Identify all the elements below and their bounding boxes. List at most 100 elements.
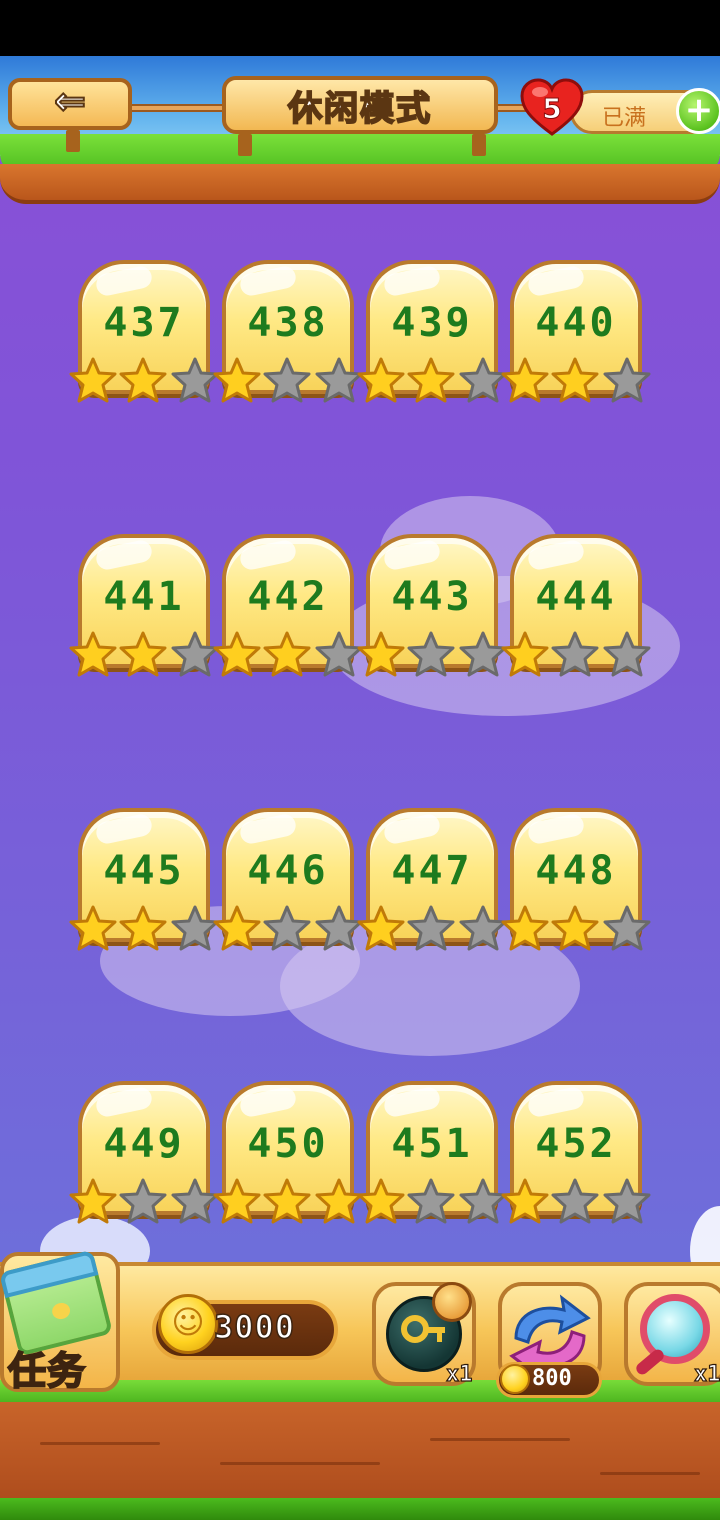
level-tile[interactable]: 442 xyxy=(213,534,363,684)
star-filled-icon xyxy=(69,905,117,951)
add-lives-button[interactable]: + xyxy=(676,88,720,134)
level-tile[interactable]: 439 xyxy=(357,260,507,410)
game-screen: ⇐ 休闲模式 已满 5 + 437 438 439 440 441 442 443 444 44… xyxy=(0,56,720,1520)
star-filled-icon xyxy=(213,631,261,677)
sign-post xyxy=(66,130,80,152)
level-number: 437 xyxy=(103,300,185,346)
swap-price: 800 xyxy=(532,1366,572,1391)
star-empty-icon xyxy=(263,905,311,951)
bottom-grass-front xyxy=(0,1498,720,1520)
dirt-texture xyxy=(600,1472,700,1475)
star-filled-icon xyxy=(357,357,405,403)
level-number: 446 xyxy=(247,848,329,894)
level-stars xyxy=(66,1177,224,1231)
level-stars xyxy=(66,356,224,410)
star-filled-icon xyxy=(357,631,405,677)
level-stars xyxy=(498,1177,656,1231)
price-coin-icon xyxy=(500,1364,530,1394)
plus-icon: + xyxy=(684,89,714,130)
level-number: 452 xyxy=(535,1121,617,1167)
level-stars xyxy=(210,356,368,410)
level-number: 441 xyxy=(103,574,185,620)
level-tile[interactable]: 437 xyxy=(69,260,219,410)
star-empty-icon xyxy=(603,905,651,951)
level-number: 448 xyxy=(535,848,617,894)
star-filled-icon xyxy=(119,357,167,403)
level-tile[interactable]: 441 xyxy=(69,534,219,684)
key-bomb-count: x1 xyxy=(445,1361,473,1387)
star-filled-icon xyxy=(501,357,549,403)
star-empty-icon xyxy=(119,1178,167,1224)
level-number: 443 xyxy=(391,574,473,620)
level-tile[interactable]: 447 xyxy=(357,808,507,958)
title-sign: 休闲模式 xyxy=(222,76,498,156)
level-stars xyxy=(354,1177,512,1231)
level-stars xyxy=(210,1177,368,1231)
star-empty-icon xyxy=(551,1178,599,1224)
star-empty-icon xyxy=(551,631,599,677)
level-tile[interactable]: 449 xyxy=(69,1081,219,1231)
fence xyxy=(120,104,230,112)
sign-post xyxy=(472,134,486,156)
level-number: 440 xyxy=(535,300,617,346)
level-tile[interactable]: 443 xyxy=(357,534,507,684)
level-stars xyxy=(66,904,224,958)
level-number: 450 xyxy=(247,1121,329,1167)
star-filled-icon xyxy=(213,1178,261,1224)
dirt-texture xyxy=(430,1438,570,1441)
star-filled-icon xyxy=(501,631,549,677)
level-tile[interactable]: 445 xyxy=(69,808,219,958)
level-number: 449 xyxy=(103,1121,185,1167)
level-number: 451 xyxy=(391,1121,473,1167)
star-filled-icon xyxy=(551,357,599,403)
star-filled-icon xyxy=(263,631,311,677)
bomb-icon xyxy=(432,1282,472,1322)
level-stars xyxy=(498,356,656,410)
level-number: 438 xyxy=(247,300,329,346)
star-filled-icon xyxy=(69,631,117,677)
star-filled-icon xyxy=(119,631,167,677)
status-bar xyxy=(0,0,720,56)
star-empty-icon xyxy=(603,1178,651,1224)
level-stars xyxy=(210,630,368,684)
level-stars xyxy=(498,904,656,958)
level-tile[interactable]: 444 xyxy=(501,534,651,684)
level-tile[interactable]: 440 xyxy=(501,260,651,410)
star-filled-icon xyxy=(69,357,117,403)
level-stars xyxy=(354,356,512,410)
level-tile[interactable]: 438 xyxy=(213,260,363,410)
coin-icon xyxy=(158,1294,218,1354)
level-number: 442 xyxy=(247,574,329,620)
level-tile[interactable]: 448 xyxy=(501,808,651,958)
lives-status: 已满 xyxy=(602,106,647,131)
star-filled-icon xyxy=(501,905,549,951)
star-filled-icon xyxy=(213,357,261,403)
back-arrow-icon: ⇐ xyxy=(53,79,87,123)
star-empty-icon xyxy=(603,357,651,403)
level-tile[interactable]: 451 xyxy=(357,1081,507,1231)
level-tile[interactable]: 446 xyxy=(213,808,363,958)
level-number: 445 xyxy=(103,848,185,894)
star-filled-icon xyxy=(357,905,405,951)
dirt-texture xyxy=(40,1442,160,1445)
level-stars xyxy=(354,904,512,958)
level-tile[interactable]: 452 xyxy=(501,1081,651,1231)
lives-count: 5 xyxy=(542,92,562,126)
star-empty-icon xyxy=(263,357,311,403)
level-number: 439 xyxy=(391,300,473,346)
back-button[interactable]: ⇐ xyxy=(8,78,132,152)
level-stars xyxy=(498,630,656,684)
task-label: 任务 xyxy=(7,1348,87,1394)
page-title: 休闲模式 xyxy=(287,88,432,130)
level-stars xyxy=(66,630,224,684)
star-filled-icon xyxy=(407,357,455,403)
star-filled-icon xyxy=(69,1178,117,1224)
star-empty-icon xyxy=(407,631,455,677)
level-number: 444 xyxy=(535,574,617,620)
level-stars xyxy=(210,904,368,958)
level-tile[interactable]: 450 xyxy=(213,1081,363,1231)
magnifier-count: x1 xyxy=(693,1361,720,1387)
star-empty-icon xyxy=(407,1178,455,1224)
coin-amount: 3000 xyxy=(213,1307,296,1347)
notebook-heart xyxy=(50,1301,72,1321)
